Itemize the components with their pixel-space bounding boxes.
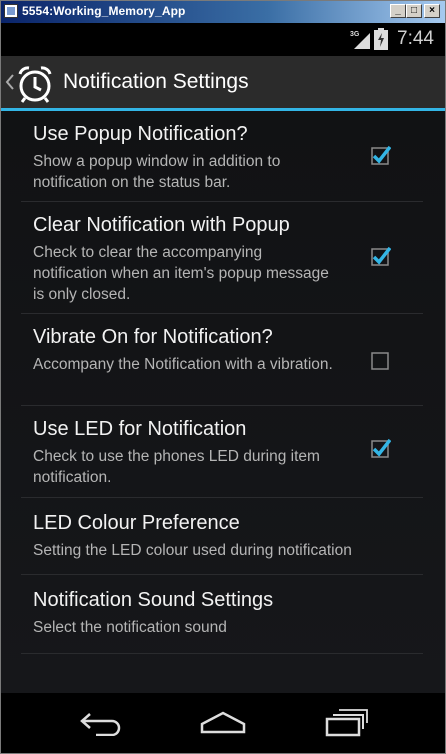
pref-summary: Setting the LED colour used during notif… bbox=[33, 542, 352, 559]
home-icon[interactable] bbox=[199, 710, 247, 734]
pref-title: Clear Notification with Popup bbox=[33, 214, 290, 236]
pref-title: Use LED for Notification bbox=[33, 418, 247, 440]
pref-title: Notification Sound Settings bbox=[33, 589, 274, 611]
page-title: Notification Settings bbox=[63, 70, 249, 93]
alarm-clock-icon[interactable] bbox=[15, 64, 55, 104]
pref-summary: Check to clear the accompanying notifica… bbox=[33, 244, 329, 303]
network-type-label: 3G bbox=[350, 31, 360, 38]
up-chevron-icon[interactable] bbox=[5, 73, 15, 91]
window-title: 5554:Working_Memory_App bbox=[22, 4, 186, 18]
preferences-list: Use Popup Notification? Show a popup win… bbox=[1, 111, 445, 693]
recent-apps-icon[interactable] bbox=[323, 707, 369, 737]
clock: 7:44 bbox=[397, 28, 434, 49]
maximize-button[interactable]: □ bbox=[406, 4, 422, 18]
signal-icon: 3G bbox=[350, 31, 370, 49]
checkbox-checked-icon[interactable] bbox=[371, 438, 391, 458]
pref-use-popup-notification[interactable]: Use Popup Notification? Show a popup win… bbox=[21, 111, 423, 202]
checkbox-checked-icon[interactable] bbox=[371, 145, 391, 165]
minimize-button[interactable]: _ bbox=[390, 4, 406, 18]
action-bar: Notification Settings bbox=[1, 56, 445, 108]
navigation-bar bbox=[1, 693, 445, 753]
pref-notification-sound-settings[interactable]: Notification Sound Settings Select the n… bbox=[21, 575, 423, 654]
pref-title: Vibrate On for Notification? bbox=[33, 326, 273, 348]
pref-title: Use Popup Notification? bbox=[33, 123, 248, 145]
pref-summary: Select the notification sound bbox=[33, 619, 227, 636]
pref-title: LED Colour Preference bbox=[33, 512, 240, 534]
window-app-icon bbox=[4, 4, 18, 18]
emulator-window: 5554:Working_Memory_App _ □ × 3G 7:44 No… bbox=[0, 0, 446, 754]
pref-summary: Accompany the Notification with a vibrat… bbox=[33, 356, 333, 373]
pref-use-led-notification[interactable]: Use LED for Notification Check to use th… bbox=[21, 406, 423, 498]
battery-icon bbox=[374, 28, 388, 50]
close-button[interactable]: × bbox=[424, 4, 440, 18]
window-title-bar[interactable]: 5554:Working_Memory_App _ □ × bbox=[1, 1, 445, 23]
pref-summary: Check to use the phones LED during item … bbox=[33, 448, 320, 486]
pref-clear-notification-with-popup[interactable]: Clear Notification with Popup Check to c… bbox=[21, 202, 423, 314]
back-icon[interactable] bbox=[78, 710, 124, 736]
pref-vibrate-on-notification[interactable]: Vibrate On for Notification? Accompany t… bbox=[21, 314, 423, 406]
status-bar: 3G 7:44 bbox=[1, 23, 445, 56]
pref-led-colour-preference[interactable]: LED Colour Preference Setting the LED co… bbox=[21, 498, 423, 575]
pref-summary: Show a popup window in addition to notif… bbox=[33, 153, 281, 191]
checkbox-unchecked-icon[interactable] bbox=[371, 350, 391, 370]
checkbox-checked-icon[interactable] bbox=[371, 246, 391, 266]
